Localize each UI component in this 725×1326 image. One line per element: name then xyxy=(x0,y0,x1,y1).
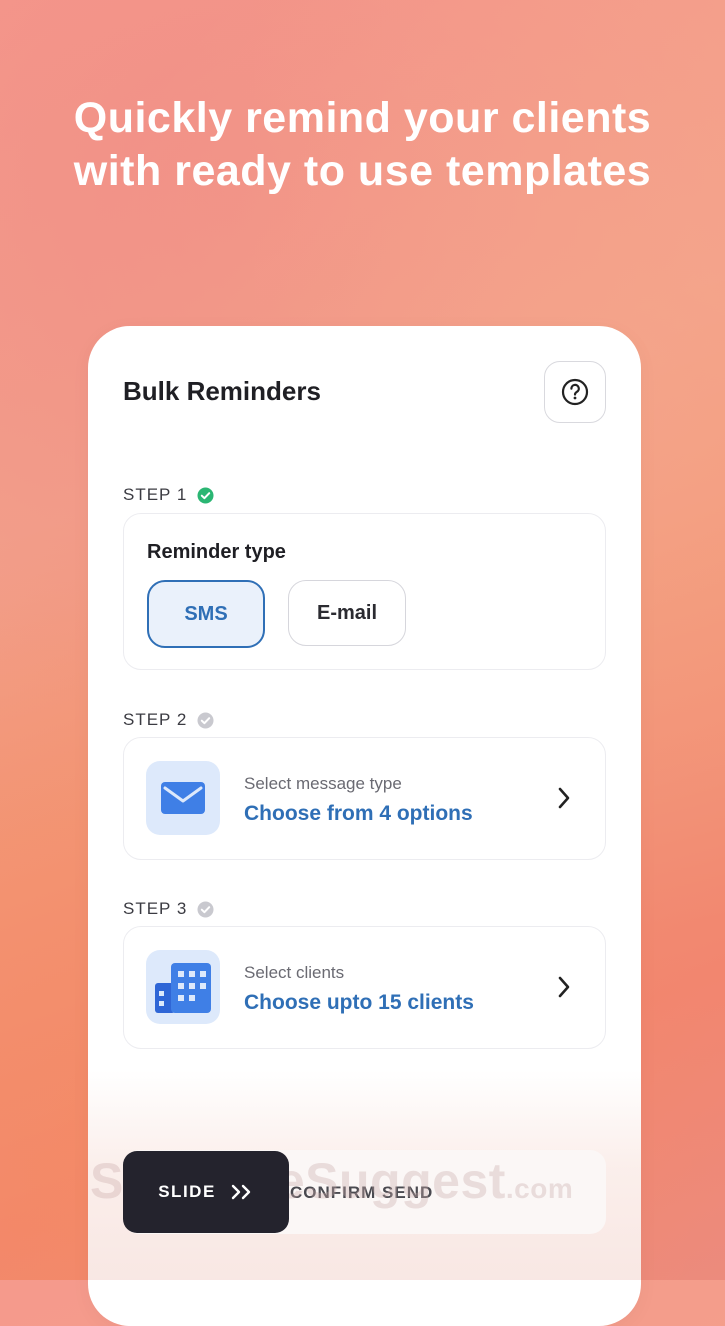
step-1-label: STEP 1 xyxy=(123,485,214,505)
chevron-right-icon xyxy=(558,976,570,998)
building-tile xyxy=(146,950,220,1024)
step-3-text: STEP 3 xyxy=(123,899,188,918)
slide-handle[interactable]: SLIDE xyxy=(123,1151,289,1233)
check-circle-icon xyxy=(197,487,214,503)
sms-option-button[interactable]: SMS xyxy=(147,580,265,648)
headline-line-2: with ready to use templates xyxy=(73,147,652,195)
step-2-text: STEP 2 xyxy=(123,710,188,729)
question-circle-icon xyxy=(561,378,589,406)
step-1-text: STEP 1 xyxy=(123,485,188,504)
reminder-type-panel: Reminder type SMS E-mail xyxy=(123,513,606,670)
select-clients-row[interactable]: Select clients Choose upto 15 clients xyxy=(123,926,606,1049)
reminder-type-title: Reminder type xyxy=(147,541,286,563)
card-title: Bulk Reminders xyxy=(123,376,321,406)
headline-line-1: Quickly remind your clients xyxy=(73,94,652,142)
pending-check-icon xyxy=(197,901,214,917)
slide-label: SLIDE xyxy=(158,1182,216,1201)
step-3-label: STEP 3 xyxy=(123,899,214,919)
select-clients-subtitle: Select clients xyxy=(244,963,345,982)
watermark-suffix: .com xyxy=(505,1173,574,1204)
building-icon xyxy=(155,963,211,1013)
chevron-right-icon xyxy=(558,787,570,809)
envelope-tile xyxy=(146,761,220,835)
message-type-subtitle: Select message type xyxy=(244,774,402,793)
message-type-row[interactable]: Select message type Choose from 4 option… xyxy=(123,737,606,860)
help-button[interactable] xyxy=(544,361,606,423)
email-option-button[interactable]: E-mail xyxy=(288,580,406,646)
select-clients-action: Choose upto 15 clients xyxy=(244,991,474,1014)
step-2-label: STEP 2 xyxy=(123,710,214,730)
pending-check-icon xyxy=(197,712,214,728)
double-chevron-right-icon xyxy=(231,1184,250,1200)
message-type-action: Choose from 4 options xyxy=(244,802,473,825)
envelope-icon xyxy=(161,782,205,814)
headline: Quickly remind your clients with ready t… xyxy=(0,92,725,198)
